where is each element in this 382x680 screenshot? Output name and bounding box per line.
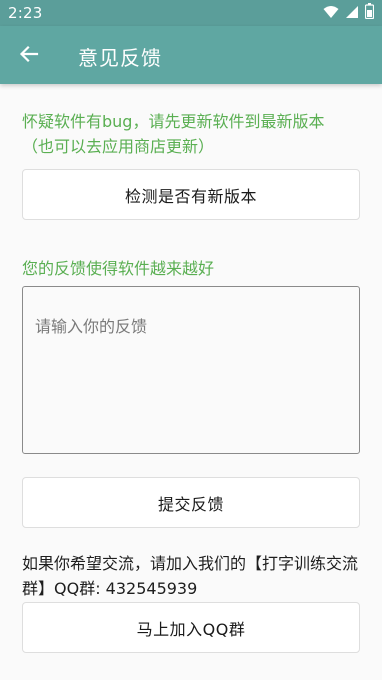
- status-icons: [323, 3, 375, 23]
- check-update-button[interactable]: 检测是否有新版本: [22, 169, 360, 220]
- arrow-left-icon: [19, 44, 39, 68]
- submit-feedback-button[interactable]: 提交反馈: [22, 477, 360, 528]
- update-hint: 怀疑软件有bug，请先更新软件到最新版本 （也可以去应用商店更新）: [22, 109, 367, 159]
- back-button[interactable]: [12, 39, 46, 73]
- join-qq-group-button[interactable]: 马上加入QQ群: [22, 602, 360, 653]
- update-hint-line1: 怀疑软件有bug，请先更新软件到最新版本: [22, 112, 325, 131]
- qq-group-text: 如果你希望交流，请加入我们的【打字训练交流群】QQ群: 432545939: [22, 554, 359, 598]
- status-time: 2:23: [8, 4, 43, 22]
- update-hint-line2: （也可以去应用商店更新）: [22, 137, 215, 156]
- status-bar: 2:23: [0, 0, 382, 26]
- battery-icon: [364, 3, 375, 23]
- page-title: 意见反馈: [78, 46, 162, 70]
- feedback-input[interactable]: [22, 286, 360, 454]
- signal-icon: [345, 4, 359, 23]
- app-bar: 意见反馈: [0, 26, 382, 84]
- feedback-label: 您的反馈使得软件越来越好: [22, 259, 215, 278]
- wifi-icon: [323, 4, 339, 23]
